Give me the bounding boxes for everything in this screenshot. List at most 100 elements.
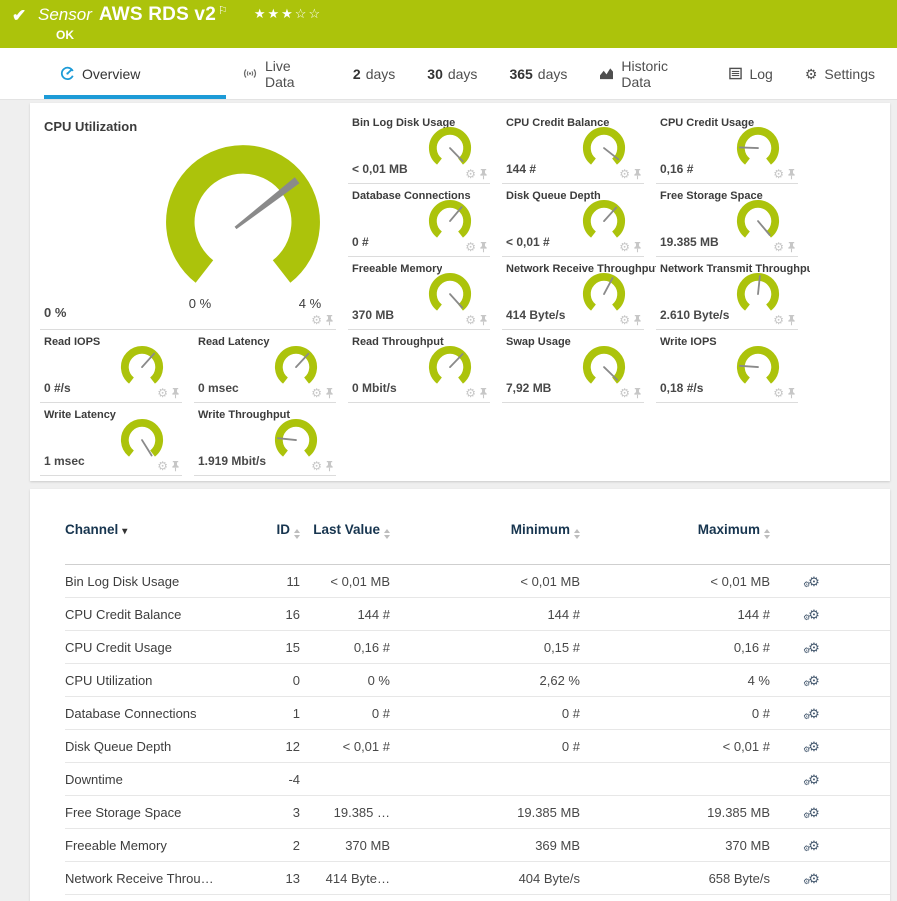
gear-icon[interactable]: ⚙: [619, 314, 630, 326]
gauge-dial: [578, 341, 630, 389]
gear-icon[interactable]: ⚙: [157, 460, 168, 472]
column-header-last-value[interactable]: Last Value: [300, 521, 390, 539]
tab-label: days: [448, 66, 478, 82]
channel-settings-button[interactable]: ⚙⚙: [770, 640, 840, 655]
gauge-label: CPU Utilization: [44, 119, 137, 134]
table-row[interactable]: CPU Utilization 0 0 % 2,62 % 4 % ⚙⚙: [65, 664, 890, 697]
table-row[interactable]: Bin Log Disk Usage 11 < 0,01 MB < 0,01 M…: [65, 565, 890, 598]
gear-icon[interactable]: ⚙: [311, 314, 322, 326]
gauge-cell-cpu-credit-usage: CPU Credit Usage 0,16 # ⚙: [656, 111, 798, 184]
cell-id: 2: [240, 838, 300, 853]
channel-settings-button[interactable]: ⚙⚙: [770, 673, 840, 688]
pin-icon[interactable]: [787, 241, 796, 253]
gear-icon[interactable]: ⚙: [311, 460, 322, 472]
tab-2-days[interactable]: 2 days: [337, 48, 411, 99]
tab-settings[interactable]: ⚙ Settings: [789, 48, 891, 99]
table-row[interactable]: Freeable Memory 2 370 MB 369 MB 370 MB ⚙…: [65, 829, 890, 862]
gear-icon[interactable]: ⚙: [773, 387, 784, 399]
table-row[interactable]: Database Connections 1 0 # 0 # 0 # ⚙⚙: [65, 697, 890, 730]
table-body: Bin Log Disk Usage 11 < 0,01 MB < 0,01 M…: [65, 565, 890, 895]
gear-icon[interactable]: ⚙: [465, 168, 476, 180]
table-row[interactable]: Disk Queue Depth 12 < 0,01 # 0 # < 0,01 …: [65, 730, 890, 763]
pin-icon[interactable]: [479, 168, 488, 180]
column-header-minimum[interactable]: Minimum: [390, 521, 580, 539]
pin-icon[interactable]: [325, 387, 334, 399]
cell-maximum: < 0,01 MB: [580, 574, 770, 589]
table-row[interactable]: Free Storage Space 3 19.385 … 19.385 MB …: [65, 796, 890, 829]
channel-settings-button[interactable]: ⚙⚙: [770, 574, 840, 589]
gear-icon[interactable]: ⚙: [619, 168, 630, 180]
tab-label: Historic Data: [621, 58, 697, 90]
gauge-label: Write IOPS: [660, 336, 717, 348]
gear-icon[interactable]: ⚙: [465, 241, 476, 253]
tab-label: days: [366, 66, 396, 82]
column-header-maximum[interactable]: Maximum: [580, 521, 770, 539]
gear-icon[interactable]: ⚙: [311, 387, 322, 399]
channel-settings-button[interactable]: ⚙⚙: [770, 772, 840, 787]
table-row[interactable]: Network Receive Throu… 13 414 Byte… 404 …: [65, 862, 890, 895]
pin-icon[interactable]: [479, 241, 488, 253]
column-label: Minimum: [511, 522, 570, 537]
gauge-cell-write-iops: Write IOPS 0,18 #/s ⚙: [656, 330, 798, 403]
gear-icon[interactable]: ⚙: [773, 168, 784, 180]
pin-icon[interactable]: [325, 460, 334, 472]
table-row[interactable]: CPU Credit Usage 15 0,16 # 0,15 # 0,16 #…: [65, 631, 890, 664]
channel-settings-button[interactable]: ⚙⚙: [770, 838, 840, 853]
page-content: CPU Utilization 0 % 4 % 0 % ⚙: [0, 100, 897, 901]
channel-settings-icon: ⚙⚙: [808, 806, 820, 819]
gear-icon[interactable]: ⚙: [157, 387, 168, 399]
tab-30-days[interactable]: 30 days: [411, 48, 493, 99]
tab-label: Live Data: [265, 58, 321, 90]
column-header-channel[interactable]: Channel▾: [65, 521, 240, 540]
gear-icon[interactable]: ⚙: [465, 314, 476, 326]
pin-icon[interactable]: [479, 387, 488, 399]
channel-settings-icon: ⚙⚙: [808, 707, 820, 720]
tab-historic-data[interactable]: Historic Data: [583, 48, 713, 99]
column-header-id[interactable]: ID: [240, 521, 300, 539]
gauge-cell-cpu-credit-balance: CPU Credit Balance 144 # ⚙: [502, 111, 644, 184]
pin-icon[interactable]: [325, 314, 334, 326]
gauge-value: 144 #: [506, 162, 536, 176]
pin-icon[interactable]: [171, 387, 180, 399]
cell-last-value: 0 #: [300, 706, 390, 721]
channel-settings-icon: ⚙⚙: [808, 641, 820, 654]
channel-settings-button[interactable]: ⚙⚙: [770, 739, 840, 754]
gauge-scale-max: 4 %: [288, 296, 332, 311]
gauge-cell-read-iops: Read IOPS 0 #/s ⚙: [40, 330, 182, 403]
flag-icon[interactable]: ⚐: [218, 5, 228, 17]
pin-icon[interactable]: [479, 314, 488, 326]
channel-settings-button[interactable]: ⚙⚙: [770, 805, 840, 820]
gear-icon[interactable]: ⚙: [619, 387, 630, 399]
pin-icon[interactable]: [171, 460, 180, 472]
pin-icon[interactable]: [633, 168, 642, 180]
pin-icon[interactable]: [633, 387, 642, 399]
channel-settings-button[interactable]: ⚙⚙: [770, 706, 840, 721]
gear-icon[interactable]: ⚙: [619, 241, 630, 253]
gauge-value: 0,18 #/s: [660, 381, 703, 395]
table-row[interactable]: Downtime -4 ⚙⚙: [65, 763, 890, 796]
gear-icon[interactable]: ⚙: [773, 314, 784, 326]
channel-settings-button[interactable]: ⚙⚙: [770, 607, 840, 622]
tab-label: Log: [749, 66, 772, 82]
pin-icon[interactable]: [787, 168, 796, 180]
cell-id: 13: [240, 871, 300, 886]
gauge-dial: [424, 195, 476, 243]
pin-icon[interactable]: [633, 314, 642, 326]
cell-minimum: 0 #: [390, 706, 580, 721]
pin-icon[interactable]: [787, 387, 796, 399]
tab-log[interactable]: Log: [713, 48, 788, 99]
historic-data-icon: [599, 67, 614, 80]
tab-live-data[interactable]: Live Data: [226, 48, 337, 99]
gauge-cell-actions: ⚙: [311, 387, 334, 399]
table-row[interactable]: CPU Credit Balance 16 144 # 144 # 144 # …: [65, 598, 890, 631]
tab-label: Overview: [82, 66, 140, 82]
tab-overview[interactable]: Overview: [44, 48, 226, 99]
channel-settings-icon: ⚙⚙: [808, 674, 820, 687]
pin-icon[interactable]: [787, 314, 796, 326]
gear-icon[interactable]: ⚙: [773, 241, 784, 253]
pin-icon[interactable]: [633, 241, 642, 253]
priority-stars[interactable]: ★★★☆☆: [254, 6, 322, 21]
tab-365-days[interactable]: 365 days: [493, 48, 583, 99]
gear-icon[interactable]: ⚙: [465, 387, 476, 399]
channel-settings-button[interactable]: ⚙⚙: [770, 871, 840, 886]
